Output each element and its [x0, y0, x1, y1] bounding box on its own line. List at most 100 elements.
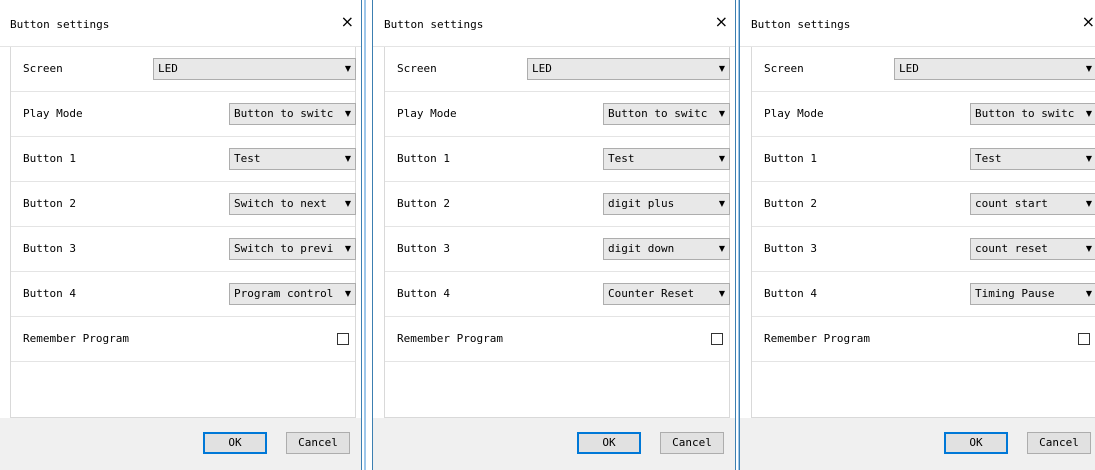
setting-row-button-1: Button 1 Test ▼ — [11, 137, 356, 182]
setting-label: Button 4 — [764, 287, 817, 300]
setting-row-button-4: Button 4 Program control ▼ — [11, 272, 356, 317]
setting-label: Remember Program — [764, 332, 870, 345]
settings-panel: Screen LED ▼ Play Mode Button to switc ▼ Butto… — [751, 47, 1095, 418]
ok-button[interactable]: OK — [944, 432, 1008, 454]
ok-button[interactable]: OK — [203, 432, 267, 454]
title-bar[interactable]: Button settings × — [740, 0, 1095, 47]
setting-label: Play Mode — [764, 107, 824, 120]
setting-label: Button 3 — [764, 242, 817, 255]
setting-row-button-3: Button 3 count reset ▼ — [752, 227, 1095, 272]
setting-row-remember-program: Remember Program — [752, 317, 1095, 362]
setting-row-screen: Screen LED ▼ — [11, 47, 356, 92]
select-value: Program control — [234, 287, 334, 300]
select-value: count reset — [975, 242, 1048, 255]
select-value: Switch to next — [234, 197, 327, 210]
cancel-button[interactable]: Cancel — [286, 432, 350, 454]
chevron-down-icon: ▼ — [1085, 154, 1092, 163]
ok-button[interactable]: OK — [577, 432, 641, 454]
setting-label: Button 2 — [23, 197, 76, 210]
setting-row-button-4: Button 4 Timing Pause ▼ — [752, 272, 1095, 317]
chevron-down-icon: ▼ — [344, 244, 351, 253]
setting-row-remember-program: Remember Program — [11, 317, 355, 362]
select-value: Timing Pause — [975, 287, 1055, 300]
setting-row-screen: Screen LED ▼ — [385, 47, 730, 92]
setting-row-button-2: Button 2 digit plus ▼ — [385, 182, 730, 227]
select-value: digit plus — [608, 197, 675, 210]
setting-label: Button 4 — [23, 287, 76, 300]
setting-row-play-mode: Play Mode Button to switc ▼ — [385, 92, 730, 137]
select-value: digit down — [608, 242, 675, 255]
play-mode-select[interactable]: Button to switc ▼ — [603, 103, 730, 125]
remember-program-checkbox[interactable] — [711, 333, 723, 345]
button-2-select[interactable]: count start ▼ — [970, 193, 1095, 215]
setting-label: Button 1 — [764, 152, 817, 165]
button-4-select[interactable]: Timing Pause ▼ — [970, 283, 1095, 305]
button-settings-dialog-2: Button settings × Screen LED ▼ Play Mode Butto… — [372, 0, 740, 470]
setting-row-button-1: Button 1 Test ▼ — [752, 137, 1095, 182]
close-icon[interactable]: × — [715, 14, 728, 30]
setting-row-button-3: Button 3 Switch to previ ▼ — [11, 227, 356, 272]
setting-label: Screen — [764, 62, 804, 75]
select-value: LED — [899, 62, 919, 75]
chevron-down-icon: ▼ — [718, 64, 725, 73]
remember-program-checkbox[interactable] — [1078, 333, 1090, 345]
select-value: LED — [158, 62, 178, 75]
button-3-select[interactable]: count reset ▼ — [970, 238, 1095, 260]
play-mode-select[interactable]: Button to switc ▼ — [229, 103, 356, 125]
setting-row-play-mode: Play Mode Button to switc ▼ — [11, 92, 356, 137]
setting-row-button-2: Button 2 Switch to next ▼ — [11, 182, 356, 227]
close-icon[interactable]: × — [341, 14, 354, 30]
setting-row-remember-program: Remember Program — [385, 317, 729, 362]
setting-label: Play Mode — [397, 107, 457, 120]
cancel-button[interactable]: Cancel — [660, 432, 724, 454]
button-settings-dialog-1: Button settings × Screen LED ▼ Play Mode Butto… — [0, 0, 366, 470]
chevron-down-icon: ▼ — [1085, 64, 1092, 73]
button-2-select[interactable]: digit plus ▼ — [603, 193, 730, 215]
chevron-down-icon: ▼ — [344, 154, 351, 163]
setting-label: Screen — [23, 62, 63, 75]
close-icon[interactable]: × — [1082, 14, 1095, 30]
select-value: Test — [608, 152, 635, 165]
chevron-down-icon: ▼ — [718, 244, 725, 253]
chevron-down-icon: ▼ — [1085, 199, 1092, 208]
setting-label: Remember Program — [397, 332, 503, 345]
button-4-select[interactable]: Program control ▼ — [229, 283, 356, 305]
chevron-down-icon: ▼ — [718, 289, 725, 298]
screen-select[interactable]: LED ▼ — [894, 58, 1095, 80]
setting-label: Button 4 — [397, 287, 450, 300]
setting-row-button-3: Button 3 digit down ▼ — [385, 227, 730, 272]
chevron-down-icon: ▼ — [344, 199, 351, 208]
setting-row-button-4: Button 4 Counter Reset ▼ — [385, 272, 730, 317]
button-1-select[interactable]: Test ▼ — [603, 148, 730, 170]
remember-program-checkbox[interactable] — [337, 333, 349, 345]
dialog-title: Button settings — [384, 18, 484, 31]
setting-label: Button 3 — [397, 242, 450, 255]
chevron-down-icon: ▼ — [718, 154, 725, 163]
title-bar[interactable]: Button settings × — [0, 0, 361, 47]
button-3-select[interactable]: Switch to previ ▼ — [229, 238, 356, 260]
cancel-button[interactable]: Cancel — [1027, 432, 1091, 454]
button-1-select[interactable]: Test ▼ — [970, 148, 1095, 170]
setting-label: Play Mode — [23, 107, 83, 120]
button-settings-dialog-3: Button settings × Screen LED ▼ Play Mode Butto… — [739, 0, 1095, 470]
screen-select[interactable]: LED ▼ — [153, 58, 356, 80]
screen-select[interactable]: LED ▼ — [527, 58, 730, 80]
setting-label: Button 2 — [397, 197, 450, 210]
setting-label: Remember Program — [23, 332, 129, 345]
setting-row-play-mode: Play Mode Button to switc ▼ — [752, 92, 1095, 137]
setting-label: Button 2 — [764, 197, 817, 210]
select-value: Button to switc — [234, 107, 334, 120]
dialog-footer: OK Cancel — [373, 418, 735, 470]
dialog-title: Button settings — [10, 18, 110, 31]
setting-label: Screen — [397, 62, 437, 75]
select-value: LED — [532, 62, 552, 75]
chevron-down-icon: ▼ — [1085, 289, 1092, 298]
setting-label: Button 1 — [397, 152, 450, 165]
button-1-select[interactable]: Test ▼ — [229, 148, 356, 170]
chevron-down-icon: ▼ — [1085, 109, 1092, 118]
play-mode-select[interactable]: Button to switc ▼ — [970, 103, 1095, 125]
button-3-select[interactable]: digit down ▼ — [603, 238, 730, 260]
title-bar[interactable]: Button settings × — [373, 0, 735, 47]
button-4-select[interactable]: Counter Reset ▼ — [603, 283, 730, 305]
button-2-select[interactable]: Switch to next ▼ — [229, 193, 356, 215]
